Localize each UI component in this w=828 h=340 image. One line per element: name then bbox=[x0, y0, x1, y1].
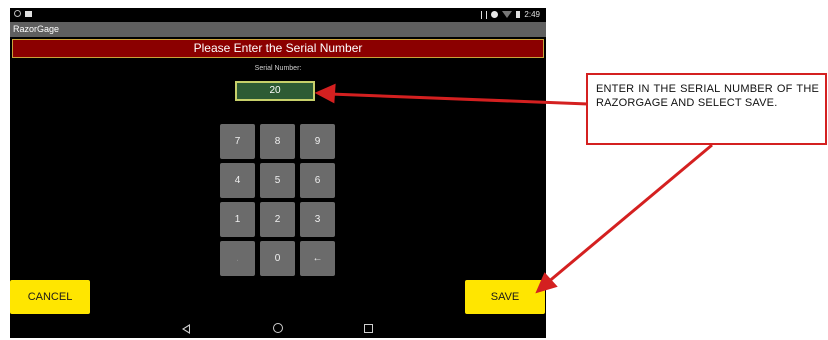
arrow-to-save-button bbox=[546, 143, 713, 285]
annotation-arrows bbox=[314, 83, 713, 294]
arrow-to-serial-input bbox=[329, 92, 589, 106]
instruction-callout: ENTER IN THE SERIAL NUMBER OF THE RAZORG… bbox=[586, 73, 827, 145]
arrow-head-serial bbox=[314, 83, 336, 104]
